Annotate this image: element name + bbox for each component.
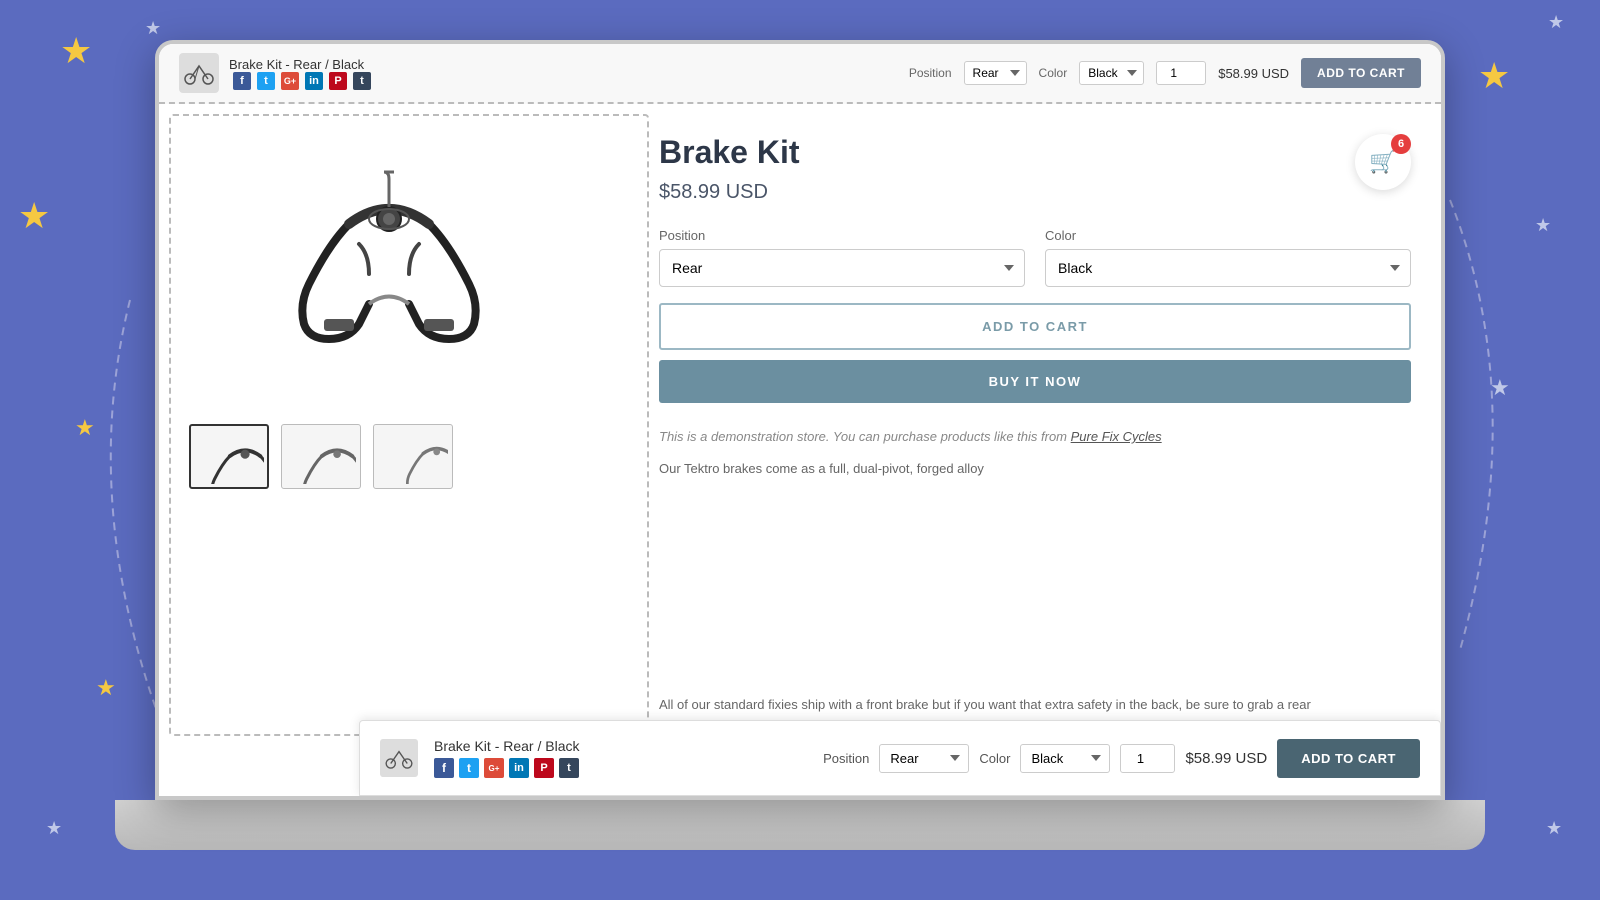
product-description-2: All of our standard fixies ship with a f…	[659, 695, 1421, 716]
thumbnail-3[interactable]	[373, 424, 453, 489]
product-logo-icon	[179, 53, 219, 93]
star-decoration: ★	[60, 30, 92, 72]
bottom-social-pinterest[interactable]: P	[534, 758, 554, 778]
star-decoration: ★	[1535, 215, 1551, 236]
position-select[interactable]: Rear Front	[659, 249, 1025, 287]
social-pinterest[interactable]: P	[329, 72, 347, 90]
variant-row: Position Rear Front Color Black White	[659, 228, 1411, 287]
star-decoration: ★	[145, 18, 161, 39]
bottom-price: $58.99 USD	[1185, 750, 1267, 767]
bottom-social-linkedin[interactable]: in	[509, 758, 529, 778]
top-bar-add-to-cart-button[interactable]: ADD TO CART	[1301, 58, 1421, 88]
product-details-section: 6 🛒 Brake Kit $58.99 USD Position Rear F…	[639, 104, 1441, 796]
buy-it-now-button[interactable]: BUY IT NOW	[659, 360, 1411, 403]
bottom-position-select[interactable]: Rear Front	[879, 744, 969, 773]
bottom-color-select[interactable]: Black White	[1020, 744, 1110, 773]
add-to-cart-button[interactable]: ADD TO CART	[659, 303, 1411, 350]
demo-notice: This is a demonstration store. You can p…	[659, 427, 1411, 447]
star-decoration: ★	[46, 818, 62, 839]
star-decoration: ★	[75, 415, 95, 441]
cart-badge: 6	[1391, 134, 1411, 154]
product-description-1: Our Tektro brakes come as a full, dual-p…	[659, 459, 1411, 480]
product-price: $58.99 USD	[659, 181, 1411, 204]
product-svg	[229, 144, 549, 384]
color-group: Color Black White Silver	[1045, 228, 1411, 287]
top-bar-controls: Position Rear Front Color Black White $5…	[909, 58, 1421, 88]
star-decoration: ★	[18, 195, 50, 237]
color-select[interactable]: Black White Silver	[1045, 249, 1411, 287]
top-bar-social-links: f t G+ in P t	[233, 72, 371, 90]
bottom-product-name: Brake Kit - Rear / Black	[434, 738, 580, 754]
bottom-logo-icon	[380, 739, 418, 777]
top-bar-color-select[interactable]: Black White	[1079, 61, 1144, 85]
laptop-wrapper: Brake Kit - Rear / Black f t G+ in P t P…	[155, 40, 1445, 850]
main-product-image	[229, 144, 569, 404]
demo-notice-text: This is a demonstration store. You can p…	[659, 429, 1067, 444]
social-facebook[interactable]: f	[233, 72, 251, 90]
color-label: Color	[1045, 228, 1411, 243]
bottom-social-links: f t G+ in P t	[434, 758, 580, 778]
top-bar-product-name: Brake Kit - Rear / Black	[229, 57, 371, 72]
top-bar-quantity-input[interactable]	[1156, 61, 1206, 85]
cart-icon-button[interactable]: 6 🛒	[1355, 134, 1411, 190]
bottom-add-to-cart-button[interactable]: ADD To CaRT	[1277, 739, 1420, 778]
product-title: Brake Kit	[659, 134, 1411, 171]
bottom-social-facebook[interactable]: f	[434, 758, 454, 778]
bottom-controls: Position Rear Front Color Black White $5…	[823, 739, 1420, 778]
pure-fix-link[interactable]: Pure Fix Cycles	[1071, 429, 1162, 444]
laptop-screen: Brake Kit - Rear / Black f t G+ in P t P…	[155, 40, 1445, 800]
star-decoration: ★	[1546, 818, 1562, 839]
laptop-base	[115, 800, 1485, 850]
screen-content: Brake Kit - Rear / Black f t G+ in P t P…	[159, 44, 1441, 796]
top-bar-price: $58.99 USD	[1218, 66, 1289, 81]
main-content: 6 🛒 Brake Kit $58.99 USD Position Rear F…	[159, 104, 1441, 796]
top-bar-logo: Brake Kit - Rear / Black f t G+ in P t	[179, 53, 371, 93]
bottom-product-info: Brake Kit - Rear / Black f t G+ in P t	[434, 738, 580, 778]
product-image-section	[159, 104, 639, 796]
top-bar-position-label: Position	[909, 66, 952, 80]
star-decoration: ★	[1490, 375, 1510, 401]
thumbnail-2[interactable]	[281, 424, 361, 489]
bottom-color-label: Color	[979, 751, 1010, 766]
product-thumbnails	[179, 424, 619, 489]
social-linkedin[interactable]: in	[305, 72, 323, 90]
social-tumblr[interactable]: t	[353, 72, 371, 90]
bottom-sticky-bar: Brake Kit - Rear / Black f t G+ in P t P…	[359, 720, 1441, 796]
bottom-social-twitter[interactable]: t	[459, 758, 479, 778]
thumbnail-1[interactable]	[189, 424, 269, 489]
cart-icon: 🛒	[1369, 149, 1396, 175]
bottom-social-tumblr[interactable]: t	[559, 758, 579, 778]
bottom-social-googleplus[interactable]: G+	[484, 758, 504, 778]
position-group: Position Rear Front	[659, 228, 1025, 287]
position-label: Position	[659, 228, 1025, 243]
social-googleplus[interactable]: G+	[281, 72, 299, 90]
star-decoration: ★	[1478, 55, 1510, 97]
bottom-position-label: Position	[823, 751, 869, 766]
top-bar-color-label: Color	[1039, 66, 1068, 80]
star-decoration: ★	[1548, 12, 1564, 33]
star-decoration: ★	[96, 675, 116, 701]
social-twitter[interactable]: t	[257, 72, 275, 90]
top-sticky-bar: Brake Kit - Rear / Black f t G+ in P t P…	[159, 44, 1441, 104]
top-bar-position-select[interactable]: Rear Front	[964, 61, 1027, 85]
bottom-quantity-input[interactable]	[1120, 744, 1175, 773]
